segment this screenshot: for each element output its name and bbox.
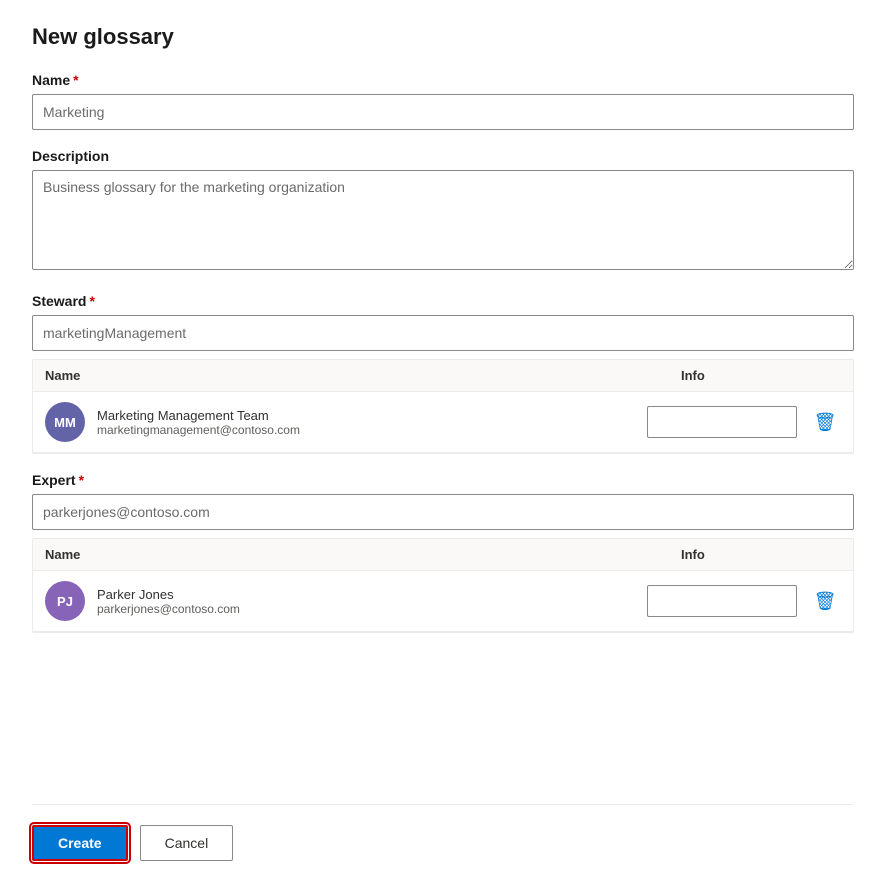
name-input[interactable] bbox=[32, 94, 854, 130]
cancel-button[interactable]: Cancel bbox=[140, 825, 234, 861]
expert-col-info: Info bbox=[681, 547, 841, 562]
steward-required-star: * bbox=[89, 293, 94, 309]
steward-field-group: Steward * bbox=[32, 293, 854, 351]
steward-col-name: Name bbox=[45, 368, 661, 383]
expert-delete-button[interactable]: 🗑 bbox=[809, 585, 841, 617]
create-button[interactable]: Create bbox=[32, 825, 128, 861]
description-field-group: Description Business glossary for the ma… bbox=[32, 148, 854, 275]
expert-input[interactable] bbox=[32, 494, 854, 530]
page-title: New glossary bbox=[32, 24, 854, 50]
name-field-group: Name * bbox=[32, 72, 854, 130]
expert-field-group: Expert * bbox=[32, 472, 854, 530]
name-label: Name * bbox=[32, 72, 854, 88]
expert-user-name: Parker Jones bbox=[97, 587, 635, 602]
steward-table-header: Name Info bbox=[33, 360, 853, 392]
steward-delete-button[interactable]: 🗑 bbox=[809, 406, 841, 438]
expert-label: Expert * bbox=[32, 472, 854, 488]
description-input[interactable]: Business glossary for the marketing orga… bbox=[32, 170, 854, 270]
footer-actions: Create Cancel bbox=[32, 804, 854, 861]
steward-col-info: Info bbox=[681, 368, 841, 383]
expert-required-star: * bbox=[79, 472, 84, 488]
table-row: MM Marketing Management Team marketingma… bbox=[33, 392, 853, 453]
steward-info-input[interactable] bbox=[647, 406, 797, 438]
expert-col-name: Name bbox=[45, 547, 661, 562]
avatar: MM bbox=[45, 402, 85, 442]
steward-table: Name Info MM Marketing Management Team m… bbox=[32, 359, 854, 454]
steward-label: Steward * bbox=[32, 293, 854, 309]
avatar: PJ bbox=[45, 581, 85, 621]
steward-user-email: marketingmanagement@contoso.com bbox=[97, 423, 635, 437]
steward-user-name: Marketing Management Team bbox=[97, 408, 635, 423]
name-required-star: * bbox=[73, 72, 78, 88]
expert-user-email: parkerjones@contoso.com bbox=[97, 602, 635, 616]
steward-input[interactable] bbox=[32, 315, 854, 351]
expert-table: Name Info PJ Parker Jones parkerjones@co… bbox=[32, 538, 854, 633]
steward-user-info: Marketing Management Team marketingmanag… bbox=[97, 408, 635, 437]
expert-table-header: Name Info bbox=[33, 539, 853, 571]
table-row: PJ Parker Jones parkerjones@contoso.com … bbox=[33, 571, 853, 632]
new-glossary-panel: New glossary Name * Description Business… bbox=[0, 0, 886, 885]
description-label: Description bbox=[32, 148, 854, 164]
expert-user-info: Parker Jones parkerjones@contoso.com bbox=[97, 587, 635, 616]
trash-icon: 🗑 bbox=[814, 591, 837, 612]
expert-info-input[interactable] bbox=[647, 585, 797, 617]
trash-icon: 🗑 bbox=[814, 412, 837, 433]
